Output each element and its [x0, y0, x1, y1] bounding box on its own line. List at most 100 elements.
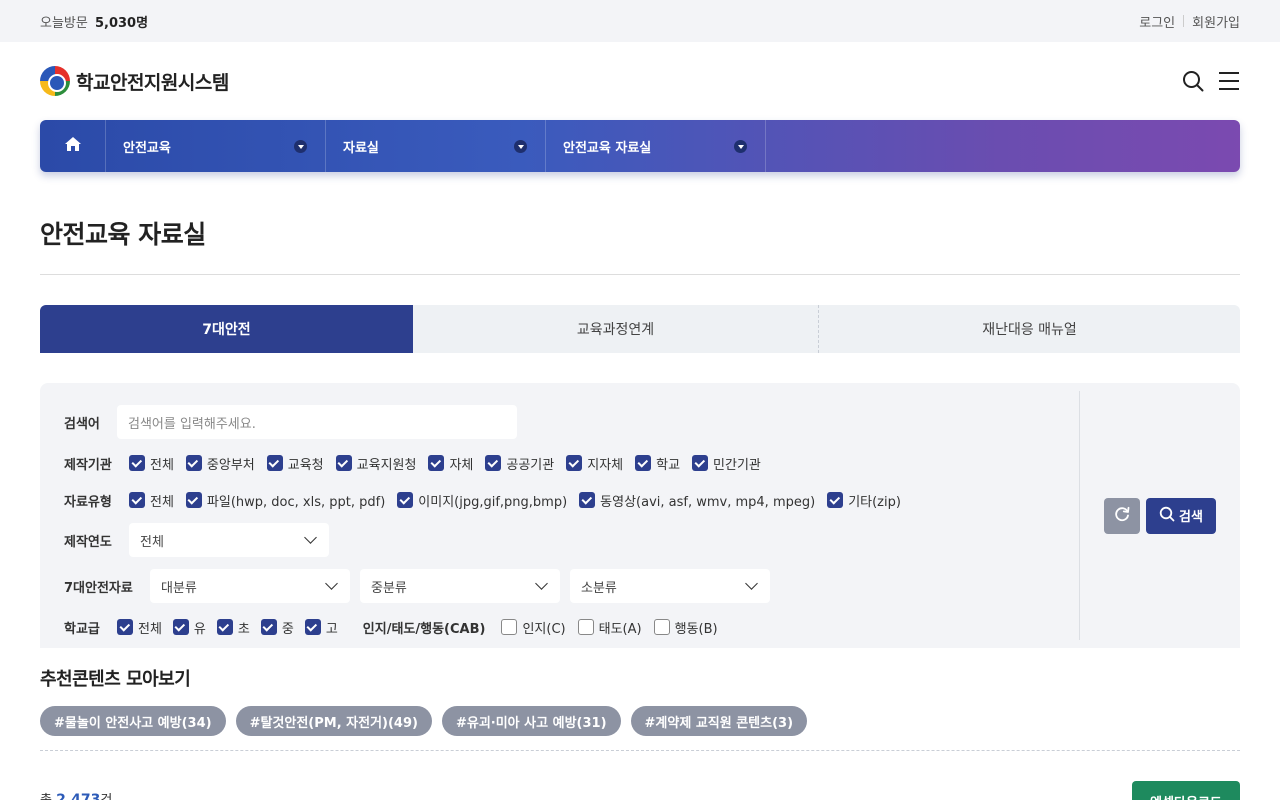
- cab-checkbox-1[interactable]: 태도(A): [577, 618, 642, 637]
- chevron-down-icon: [745, 577, 758, 590]
- tab-7-safety[interactable]: 7대안전: [40, 305, 413, 353]
- chevron-down-icon: [304, 531, 317, 544]
- gnb-menu-label: 안전교육: [123, 140, 171, 156]
- producer-checkbox-2[interactable]: 교육청: [266, 454, 324, 473]
- tab-curriculum[interactable]: 교육과정연계: [413, 305, 819, 353]
- category-minor-select[interactable]: 소분류: [570, 569, 770, 603]
- checkbox-checked: [117, 619, 133, 635]
- producer-checkbox-6[interactable]: 지자체: [566, 454, 623, 473]
- join-link[interactable]: 회원가입: [1192, 12, 1240, 31]
- producer-option-label: 전체: [150, 457, 174, 473]
- producer-checkbox-8[interactable]: 민간기관: [692, 454, 761, 473]
- site-name: 학교안전지원시스템: [76, 71, 229, 94]
- grade-option-label: 고: [325, 621, 338, 637]
- chevron-down-icon: [535, 577, 548, 590]
- home-button[interactable]: [40, 120, 106, 172]
- year-label: 제작연도: [64, 534, 112, 550]
- recommend-title: 추천콘텐츠 모아보기: [40, 669, 191, 690]
- type-option-label: 기타(zip): [848, 494, 901, 510]
- producer-option-label: 지자체: [587, 457, 624, 473]
- checkbox-checked: [266, 455, 283, 471]
- producer-checkbox-5[interactable]: 공공기관: [485, 454, 554, 473]
- excel-download-button[interactable]: 엑셀다운로드: [1132, 781, 1240, 800]
- content-tabs: 7대안전 교육과정연계 재난대응 매뉴얼: [40, 305, 1240, 353]
- type-checkbox-1[interactable]: 파일(hwp, doc, xls, ppt, pdf): [185, 491, 385, 510]
- grade-checkbox-4[interactable]: 고: [304, 618, 338, 637]
- year-select[interactable]: 전체: [129, 523, 329, 557]
- type-option-label: 전체: [150, 494, 174, 510]
- checkbox-checked: [129, 492, 145, 508]
- total-count: 2,473: [56, 792, 101, 800]
- checkbox-checked: [827, 492, 844, 508]
- checkbox-checked: [335, 455, 352, 471]
- tab-disaster-manual[interactable]: 재난대응 매뉴얼: [819, 305, 1240, 353]
- grade-checkbox-2[interactable]: 초: [216, 618, 250, 637]
- total-prefix: 총: [40, 793, 52, 800]
- checkbox-checked: [566, 455, 583, 471]
- select-value: 소분류: [581, 580, 617, 596]
- producer-checkbox-7[interactable]: 학교: [635, 454, 680, 473]
- checkbox-checked: [185, 492, 202, 508]
- visitor-count: 오늘방문 5,030명: [40, 12, 148, 31]
- chevron-down-icon: [734, 139, 747, 153]
- checkbox-unchecked: [501, 619, 518, 635]
- visit-label: 오늘방문: [40, 15, 88, 31]
- type-checkbox-0[interactable]: 전체: [129, 491, 174, 510]
- site-header: 학교안전지원시스템: [0, 42, 1280, 120]
- search-filter-panel: 검색어 검색어를 입력해주세요. 제작기관 전체 중앙부처 교육청 교육지원청 자체 공공…: [40, 383, 1240, 648]
- grade-checkbox-0[interactable]: 전체: [117, 618, 162, 637]
- global-navigation: 안전교육 자료실 안전교육 자료실: [40, 120, 1240, 172]
- checkbox-checked: [428, 455, 445, 471]
- type-checkbox-4[interactable]: 기타(zip): [827, 491, 901, 510]
- producer-option-label: 자체: [449, 457, 474, 473]
- producer-checkbox-1[interactable]: 중앙부처: [185, 454, 255, 473]
- category-major-select[interactable]: 대분류: [150, 569, 350, 603]
- cab-option-label: 행동(B): [674, 621, 718, 637]
- recommend-tag[interactable]: #탈것안전(PM, 자전거)(49): [235, 706, 432, 736]
- producer-checkbox-0[interactable]: 전체: [129, 454, 174, 473]
- type-checkbox-3[interactable]: 동영상(avi, asf, wmv, mp4, mpeg): [579, 491, 815, 510]
- search-button[interactable]: 검색: [1146, 497, 1216, 534]
- producer-checkbox-4[interactable]: 자체: [428, 454, 473, 473]
- divider: [40, 750, 1240, 751]
- category-label: 7대안전자료: [64, 580, 133, 596]
- chevron-down-icon: [514, 139, 527, 153]
- divider: [40, 274, 1240, 275]
- keyword-label: 검색어: [64, 416, 100, 432]
- type-checkbox-2[interactable]: 이미지(jpg,gif,png,bmp): [397, 491, 567, 510]
- producer-option-label: 민간기관: [713, 457, 761, 473]
- visit-count: 5,030명: [94, 15, 149, 31]
- gnb-menu-2[interactable]: 자료실: [326, 120, 546, 172]
- producer-option-label: 공공기관: [506, 457, 555, 473]
- checkbox-unchecked: [653, 619, 670, 635]
- checkbox-checked: [185, 455, 202, 471]
- checkbox-checked: [692, 455, 709, 471]
- grade-checkbox-1[interactable]: 유: [172, 618, 206, 637]
- recommend-tag[interactable]: #유괴·미아 사고 예방(31): [441, 706, 621, 736]
- type-option-label: 동영상(avi, asf, wmv, mp4, mpeg): [600, 494, 816, 510]
- category-middle-select[interactable]: 중분류: [360, 569, 560, 603]
- gnb-menu-1[interactable]: 안전교육: [106, 120, 326, 172]
- reset-button[interactable]: [1104, 497, 1140, 534]
- producer-option-label: 교육지원청: [356, 457, 417, 473]
- grade-checkbox-3[interactable]: 중: [260, 618, 294, 637]
- page-title: 안전교육 자료실: [40, 220, 206, 249]
- cab-option-label: 태도(A): [598, 621, 642, 637]
- login-link[interactable]: 로그인: [1139, 12, 1175, 31]
- recommend-tag[interactable]: #물놀이 안전사고 예방(34): [40, 706, 226, 736]
- checkbox-checked: [635, 455, 652, 471]
- producer-checkbox-3[interactable]: 교육지원청: [335, 454, 417, 473]
- gnb-menu-label: 자료실: [343, 140, 379, 156]
- checkbox-unchecked: [577, 619, 594, 635]
- checkbox-checked: [579, 492, 596, 508]
- search-icon[interactable]: [1182, 70, 1204, 92]
- menu-icon[interactable]: [1218, 70, 1240, 92]
- cab-checkbox-0[interactable]: 인지(C): [501, 618, 566, 637]
- total-suffix: 건: [100, 793, 112, 800]
- cab-checkbox-2[interactable]: 행동(B): [653, 618, 718, 637]
- site-logo[interactable]: 학교안전지원시스템: [40, 66, 229, 96]
- gnb-menu-3[interactable]: 안전교육 자료실: [546, 120, 766, 172]
- search-input[interactable]: 검색어를 입력해주세요.: [117, 405, 517, 439]
- home-icon: [64, 136, 82, 156]
- recommend-tag[interactable]: #계약제 교직원 콘텐츠(3): [630, 706, 808, 736]
